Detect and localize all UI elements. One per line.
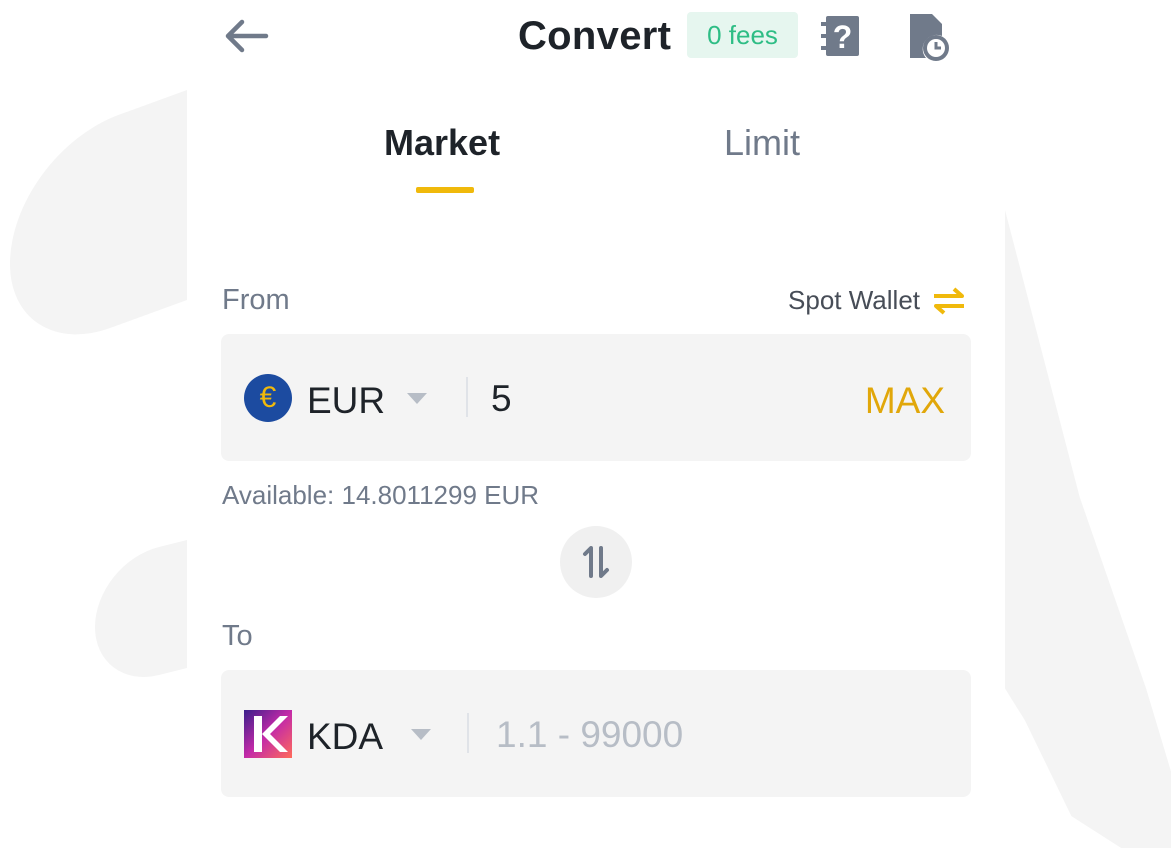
switch-arrows-icon bbox=[934, 286, 964, 315]
max-button[interactable]: MAX bbox=[865, 380, 945, 422]
chevron-down-icon[interactable] bbox=[407, 393, 427, 404]
history-button[interactable] bbox=[906, 12, 952, 62]
fee-badge: 0 fees bbox=[687, 12, 798, 58]
field-divider bbox=[467, 713, 469, 753]
from-coin-selector[interactable]: EUR bbox=[307, 380, 385, 422]
wallet-selector[interactable]: Spot Wallet bbox=[788, 285, 966, 316]
from-label: From bbox=[222, 284, 290, 316]
tab-limit[interactable]: Limit bbox=[724, 122, 800, 164]
chevron-down-icon[interactable] bbox=[411, 729, 431, 740]
svg-text:?: ? bbox=[833, 19, 853, 55]
from-amount-input[interactable] bbox=[491, 378, 791, 420]
active-tab-indicator bbox=[416, 187, 474, 193]
wallet-label: Spot Wallet bbox=[788, 285, 920, 315]
background-shape bbox=[1005, 210, 1171, 848]
to-amount-field: KDA bbox=[221, 670, 971, 797]
field-divider bbox=[466, 377, 468, 417]
background-shape bbox=[10, 90, 187, 365]
kda-coin-icon bbox=[244, 710, 292, 758]
swap-arrows-icon bbox=[583, 546, 609, 578]
help-icon: ? bbox=[821, 16, 859, 56]
swap-button[interactable] bbox=[560, 526, 632, 598]
to-amount-input[interactable] bbox=[496, 714, 796, 756]
help-button[interactable]: ? bbox=[820, 12, 862, 60]
from-amount-field: € EUR MAX bbox=[221, 334, 971, 461]
back-button[interactable] bbox=[222, 14, 270, 58]
history-icon bbox=[910, 14, 949, 61]
available-balance: Available: 14.8011299 EUR bbox=[222, 480, 540, 510]
tab-market[interactable]: Market bbox=[384, 122, 500, 164]
to-coin-selector[interactable]: KDA bbox=[307, 716, 383, 758]
back-arrow-icon bbox=[225, 19, 269, 53]
to-label: To bbox=[222, 620, 253, 652]
background-shape bbox=[95, 540, 187, 691]
page-title: Convert bbox=[518, 14, 672, 58]
eur-coin-icon: € bbox=[244, 374, 292, 422]
